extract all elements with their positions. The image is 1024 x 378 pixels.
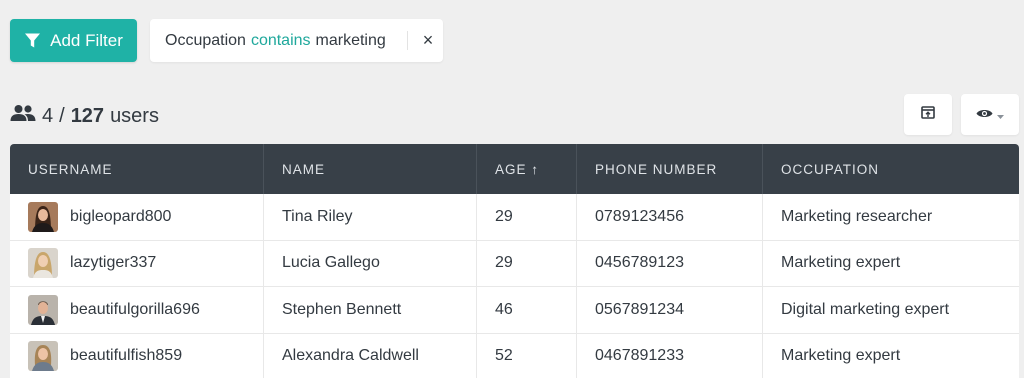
phone-cell: 0567891234: [577, 287, 763, 333]
column-header-username[interactable]: USERNAME: [10, 144, 264, 194]
occupation-cell: Marketing expert: [781, 254, 901, 272]
username-cell: bigleopard800: [10, 194, 264, 240]
column-header-name[interactable]: NAME: [264, 144, 477, 194]
remove-filter-close-icon[interactable]: ×: [416, 19, 440, 62]
active-filter-chip[interactable]: Occupation contains marketing ×: [150, 19, 443, 62]
avatar: [28, 201, 58, 232]
name-cell: Tina Riley: [264, 194, 477, 240]
table-header: USERNAME NAME AGE ↑ PHONE NUMBER OCCUPAT…: [10, 144, 1019, 194]
filter-value: marketing: [315, 31, 386, 49]
table-row[interactable]: beautifulfish859 Alexandra Caldwell 52 0…: [10, 333, 1019, 378]
user-count: 4 / 127 users: [10, 101, 159, 131]
occupation-cell: Marketing expert: [781, 347, 901, 365]
occupation-cell: Digital marketing expert: [781, 300, 950, 318]
table-row[interactable]: lazytiger337 Lucia Gallego 29 0456789123…: [10, 240, 1019, 287]
username-cell: beautifulfish859: [10, 333, 264, 378]
export-button[interactable]: [904, 94, 952, 135]
username-cell: beautifulgorilla696: [10, 287, 264, 333]
name-cell: Lucia Gallego: [264, 240, 477, 286]
count-unit: users: [110, 104, 159, 127]
username-text: lazytiger337: [70, 254, 157, 272]
avatar: [28, 294, 58, 325]
column-header-age[interactable]: AGE ↑: [477, 144, 577, 194]
export-icon: [921, 105, 935, 124]
phone-cell: 0789123456: [577, 194, 763, 240]
total-count: 127: [70, 104, 105, 127]
add-filter-label: Add Filter: [50, 30, 123, 50]
occupation-cell: Marketing researcher: [781, 207, 933, 225]
shown-count: 4: [42, 104, 54, 127]
age-cell: 29: [477, 240, 577, 286]
name-cell: Stephen Bennett: [264, 287, 477, 333]
filter-divider: [407, 31, 408, 50]
add-filter-button[interactable]: Add Filter: [10, 19, 137, 62]
users-icon: [10, 104, 36, 128]
username-cell: lazytiger337: [10, 240, 264, 286]
table-row[interactable]: beautifulgorilla696 Stephen Bennett 46 0…: [10, 287, 1019, 334]
phone-cell: 0456789123: [577, 240, 763, 286]
column-header-phone[interactable]: PHONE NUMBER: [577, 144, 763, 194]
filter-icon: [24, 32, 41, 49]
age-cell: 29: [477, 194, 577, 240]
avatar: [28, 341, 58, 372]
column-header-occupation[interactable]: OCCUPATION: [763, 144, 1019, 194]
users-table: USERNAME NAME AGE ↑ PHONE NUMBER OCCUPAT…: [10, 144, 1019, 378]
age-cell: 52: [477, 333, 577, 378]
filter-field: Occupation: [165, 31, 246, 49]
username-text: beautifulfish859: [70, 347, 183, 365]
filter-operator: contains: [250, 31, 311, 49]
username-text: bigleopard800: [70, 207, 172, 225]
name-cell: Alexandra Caldwell: [264, 333, 477, 378]
eye-icon: [976, 106, 993, 124]
column-visibility-button[interactable]: [961, 94, 1019, 135]
users-page: Add Filter Occupation contains marketing…: [0, 0, 1024, 378]
table-row[interactable]: bigleopard800 Tina Riley 29 0789123456 M…: [10, 194, 1019, 241]
avatar: [28, 248, 58, 279]
phone-cell: 0467891233: [577, 333, 763, 378]
username-text: beautifulgorilla696: [70, 300, 200, 318]
age-cell: 46: [477, 287, 577, 333]
caret-down-icon: [997, 106, 1004, 124]
count-separator: /: [59, 104, 65, 127]
